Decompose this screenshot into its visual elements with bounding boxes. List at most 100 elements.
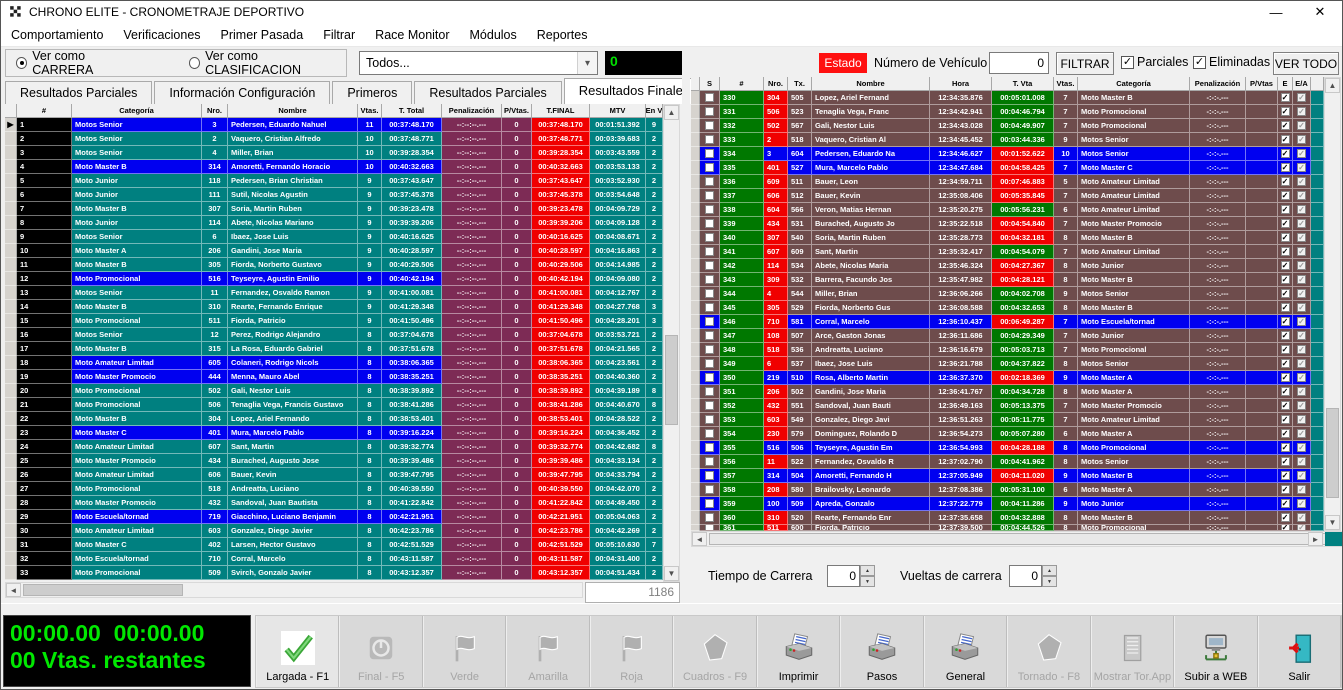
passing-row[interactable]: 359100509Apreda, Gonzalo12:37:22.77900:0…: [691, 497, 1324, 511]
scroll-left-icon[interactable]: ◄: [692, 532, 707, 546]
result-row[interactable]: 5Moto Junior118Pedersen, Brian Christian…: [5, 174, 663, 188]
cell-s[interactable]: [700, 217, 720, 231]
passing-row[interactable]: 343309532Barrera, Facundo Jos12:35:47.98…: [691, 273, 1324, 287]
subir-a-web-button[interactable]: Subir a WEB: [1174, 616, 1257, 687]
cell-ea[interactable]: ✓: [1293, 301, 1311, 315]
cell-e[interactable]: ✓: [1278, 231, 1293, 245]
left-h-scroll-thumb[interactable]: [23, 584, 183, 596]
checkbox-checked-icon[interactable]: ✓: [1297, 219, 1306, 228]
col-header-penalizaci-n[interactable]: Penalización: [442, 104, 502, 118]
col-header-[interactable]: #: [720, 77, 764, 91]
checkbox-checked-icon[interactable]: ✓: [1281, 205, 1290, 214]
cell-e[interactable]: ✓: [1278, 161, 1293, 175]
col-header-penalizaci-n[interactable]: Penalización: [1190, 77, 1246, 91]
checkbox-checked-icon[interactable]: ✓: [1297, 471, 1306, 480]
checkbox-checked-icon[interactable]: ✓: [1297, 135, 1306, 144]
passing-row[interactable]: 357314504Amoretti, Fernando H12:37:05.94…: [691, 469, 1324, 483]
scroll-right-icon[interactable]: ►: [1308, 532, 1323, 546]
cell-s[interactable]: [700, 245, 720, 259]
cell-ea[interactable]: ✓: [1293, 343, 1311, 357]
cell-s[interactable]: [700, 357, 720, 371]
checkbox-unchecked-icon[interactable]: [705, 247, 714, 256]
result-row[interactable]: 22Moto Master B304Lopez, Ariel Fernando8…: [5, 412, 663, 426]
cell-s[interactable]: [700, 91, 720, 105]
tiempo-carrera-value[interactable]: 0: [827, 565, 860, 587]
cell-ea[interactable]: ✓: [1293, 273, 1311, 287]
cell-e[interactable]: ✓: [1278, 483, 1293, 497]
general-button[interactable]: General: [924, 616, 1007, 687]
spinner-down-icon[interactable]: ▼: [1042, 576, 1057, 587]
category-dropdown[interactable]: Todos... ▾: [359, 51, 598, 75]
result-row[interactable]: 4Moto Master B314Amoretti, Fernando Hora…: [5, 160, 663, 174]
passing-row[interactable]: 352432551Sandoval, Juan Bauti12:36:49.16…: [691, 399, 1324, 413]
col-header-t-final[interactable]: T.FINAL: [532, 104, 590, 118]
checkbox-unchecked-icon[interactable]: [705, 289, 714, 298]
passing-row[interactable]: 3444544Miller, Brian12:36:06.26600:04:02…: [691, 287, 1324, 301]
menu-item-primer-pasada[interactable]: Primer Pasada: [211, 25, 314, 45]
checkbox-unchecked-icon[interactable]: [705, 345, 714, 354]
menu-item-filtrar[interactable]: Filtrar: [313, 25, 365, 45]
result-row[interactable]: 19Moto Master Promocio444Menna, Mauro Ab…: [5, 370, 663, 384]
checkbox-checked-icon[interactable]: ✓: [1281, 471, 1290, 480]
checkbox-checked-icon[interactable]: ✓: [1297, 373, 1306, 382]
cell-s[interactable]: [700, 203, 720, 217]
result-row[interactable]: 16Motos Senior12Perez, Rodrigo Alejandro…: [5, 328, 663, 342]
tiempo-carrera-spinner[interactable]: 0 ▲▼: [827, 565, 875, 587]
passing-row[interactable]: 346710581Corral, Marcelo12:36:10.43700:0…: [691, 315, 1324, 329]
checkbox-checked-icon[interactable]: ✓: [1281, 163, 1290, 172]
checkbox-unchecked-icon[interactable]: [705, 471, 714, 480]
cell-ea[interactable]: ✓: [1293, 483, 1311, 497]
cell-s[interactable]: [700, 105, 720, 119]
passing-row[interactable]: 354230579Dominguez, Rolando D12:36:54.27…: [691, 427, 1324, 441]
cell-e[interactable]: ✓: [1278, 245, 1293, 259]
cell-s[interactable]: [700, 371, 720, 385]
cell-ea[interactable]: ✓: [1293, 441, 1311, 455]
checkbox-checked-icon[interactable]: ✓: [1281, 135, 1290, 144]
left-v-scrollbar[interactable]: ▲ ▼: [663, 104, 680, 582]
cell-e[interactable]: ✓: [1278, 175, 1293, 189]
cell-e[interactable]: ✓: [1278, 91, 1293, 105]
checkbox-checked-icon[interactable]: ✓: [1297, 415, 1306, 424]
menu-item-m-dulos[interactable]: Módulos: [460, 25, 527, 45]
passing-row[interactable]: 3343604Pedersen, Eduardo Na12:34:46.6270…: [691, 147, 1324, 161]
cell-e[interactable]: ✓: [1278, 413, 1293, 427]
cell-ea[interactable]: ✓: [1293, 203, 1311, 217]
checkbox-checked-icon[interactable]: ✓: [1297, 107, 1306, 116]
checkbox-checked-icon[interactable]: ✓: [1281, 373, 1290, 382]
result-row[interactable]: 17Moto Master B315La Rosa, Eduardo Gabri…: [5, 342, 663, 356]
checkbox-checked-icon[interactable]: ✓: [1297, 485, 1306, 494]
result-row[interactable]: 29Moto Escuela/tornad719Giacchino, Lucia…: [5, 510, 663, 524]
checkbox-checked-icon[interactable]: ✓: [1281, 485, 1290, 494]
cell-s[interactable]: [700, 301, 720, 315]
result-row[interactable]: 32Moto Escuela/tornad710Corral, Marcelo8…: [5, 552, 663, 566]
checkbox-unchecked-icon[interactable]: [705, 485, 714, 494]
pasos-button[interactable]: Pasos: [840, 616, 923, 687]
chevron-down-icon[interactable]: ▾: [577, 52, 597, 74]
checkbox-checked-icon[interactable]: ✓: [1281, 401, 1290, 410]
cell-e[interactable]: ✓: [1278, 469, 1293, 483]
cell-s[interactable]: [700, 497, 720, 511]
passing-row[interactable]: 3332518Vaquero, Cristian Al12:34:45.4520…: [691, 133, 1324, 147]
passing-row[interactable]: 35611522Fernandez, Osvaldo R12:37:02.790…: [691, 455, 1324, 469]
cell-e[interactable]: ✓: [1278, 217, 1293, 231]
checkbox-unchecked-icon[interactable]: [705, 261, 714, 270]
checkbox-checked-icon[interactable]: ✓: [1297, 177, 1306, 186]
cell-ea[interactable]: ✓: [1293, 455, 1311, 469]
result-row[interactable]: 14Moto Master B310Rearte, Fernando Enriq…: [5, 300, 663, 314]
checkbox-checked-icon[interactable]: ✓: [1281, 429, 1290, 438]
checkbox-checked-icon[interactable]: ✓: [1281, 331, 1290, 340]
col-header-t-vta[interactable]: T. Vta: [992, 77, 1054, 91]
result-row[interactable]: 7Moto Master B307Soria, Martin Ruben900:…: [5, 202, 663, 216]
cell-s[interactable]: [700, 483, 720, 497]
result-row[interactable]: 8Moto Junior114Abete, Nicolas Mariano900…: [5, 216, 663, 230]
cell-e[interactable]: ✓: [1278, 357, 1293, 371]
cell-e[interactable]: ✓: [1278, 399, 1293, 413]
spinner-down-icon[interactable]: ▼: [860, 576, 875, 587]
cell-e[interactable]: ✓: [1278, 147, 1293, 161]
checkbox-checked-icon[interactable]: ✓: [1297, 513, 1306, 522]
cell-s[interactable]: [700, 441, 720, 455]
col-header-mtv[interactable]: MTV: [590, 104, 646, 118]
col-header-nombre[interactable]: Nombre: [228, 104, 358, 118]
cell-s[interactable]: [700, 413, 720, 427]
tab-informaci-n-configuraci-n-1[interactable]: Información Configuración: [154, 81, 330, 104]
